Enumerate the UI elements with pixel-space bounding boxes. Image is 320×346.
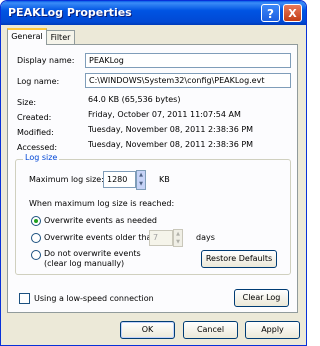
overwrite-older-label[interactable]: Overwrite events older than [44,233,157,242]
log-name-field[interactable]: C:\WINDOWS\System32\config\PEAKLog.evt [85,73,291,88]
kb-unit: KB [159,175,170,184]
title-bar: PEAKLog Properties ? X [1,1,306,25]
cancel-button[interactable]: Cancel [183,321,238,339]
when-reached-label: When maximum log size is reached: [29,199,175,208]
spin-up-icon[interactable]: ▲ [137,171,145,180]
log-size-legend: Log size [23,153,60,162]
overwrite-older-radio[interactable] [31,233,41,243]
days-spin-up-icon[interactable]: ▲ [174,230,182,238]
max-log-size-field[interactable]: 1280 [103,171,136,188]
days-field[interactable]: 7 [149,230,173,246]
created-label: Created: [17,113,52,122]
accessed-label: Accessed: [17,143,58,152]
clear-log-button[interactable]: Clear Log [234,289,289,307]
spin-down-icon[interactable]: ▼ [137,180,145,189]
window-title: PEAKLog Properties [8,6,132,19]
close-icon[interactable]: X [283,4,302,22]
help-icon[interactable]: ? [261,4,280,22]
display-name-field[interactable]: PEAKLog [85,53,291,68]
days-spin-down-icon[interactable]: ▼ [174,238,182,246]
overwrite-as-needed-label[interactable]: Overwrite events as needed [44,216,157,225]
overwrite-as-needed-radio[interactable] [31,216,41,226]
max-log-size-label: Maximum log size: [29,175,104,184]
display-name-label: Display name: [17,56,75,65]
restore-defaults-button[interactable]: Restore Defaults [201,250,277,268]
ok-button[interactable]: OK [120,321,175,339]
days-spinner[interactable]: ▲ ▼ [173,229,183,247]
size-value: 64.0 KB (65,536 bytes) [88,95,181,104]
do-not-overwrite-label[interactable]: Do not overwrite events [44,249,141,258]
created-value: Friday, October 07, 2011 11:07:54 AM [88,110,241,119]
low-speed-label[interactable]: Using a low-speed connection [34,294,154,303]
low-speed-checkbox[interactable] [19,293,30,304]
days-unit: days [196,233,215,242]
modified-label: Modified: [17,128,54,137]
size-label: Size: [17,98,37,107]
properties-dialog: PEAKLog Properties ? X General Filter Di… [0,0,307,346]
log-name-label: Log name: [17,77,60,86]
tab-filter[interactable]: Filter [46,30,75,45]
modified-value: Tuesday, November 08, 2011 2:38:36 PM [88,125,254,134]
accessed-value: Tuesday, November 08, 2011 2:38:36 PM [88,140,254,149]
clear-manually-label: (clear log manually) [44,259,125,268]
apply-button[interactable]: Apply [245,321,300,339]
do-not-overwrite-radio[interactable] [31,250,41,260]
tab-general[interactable]: General [7,28,47,45]
max-log-size-spinner[interactable]: ▲ ▼ [136,170,146,190]
